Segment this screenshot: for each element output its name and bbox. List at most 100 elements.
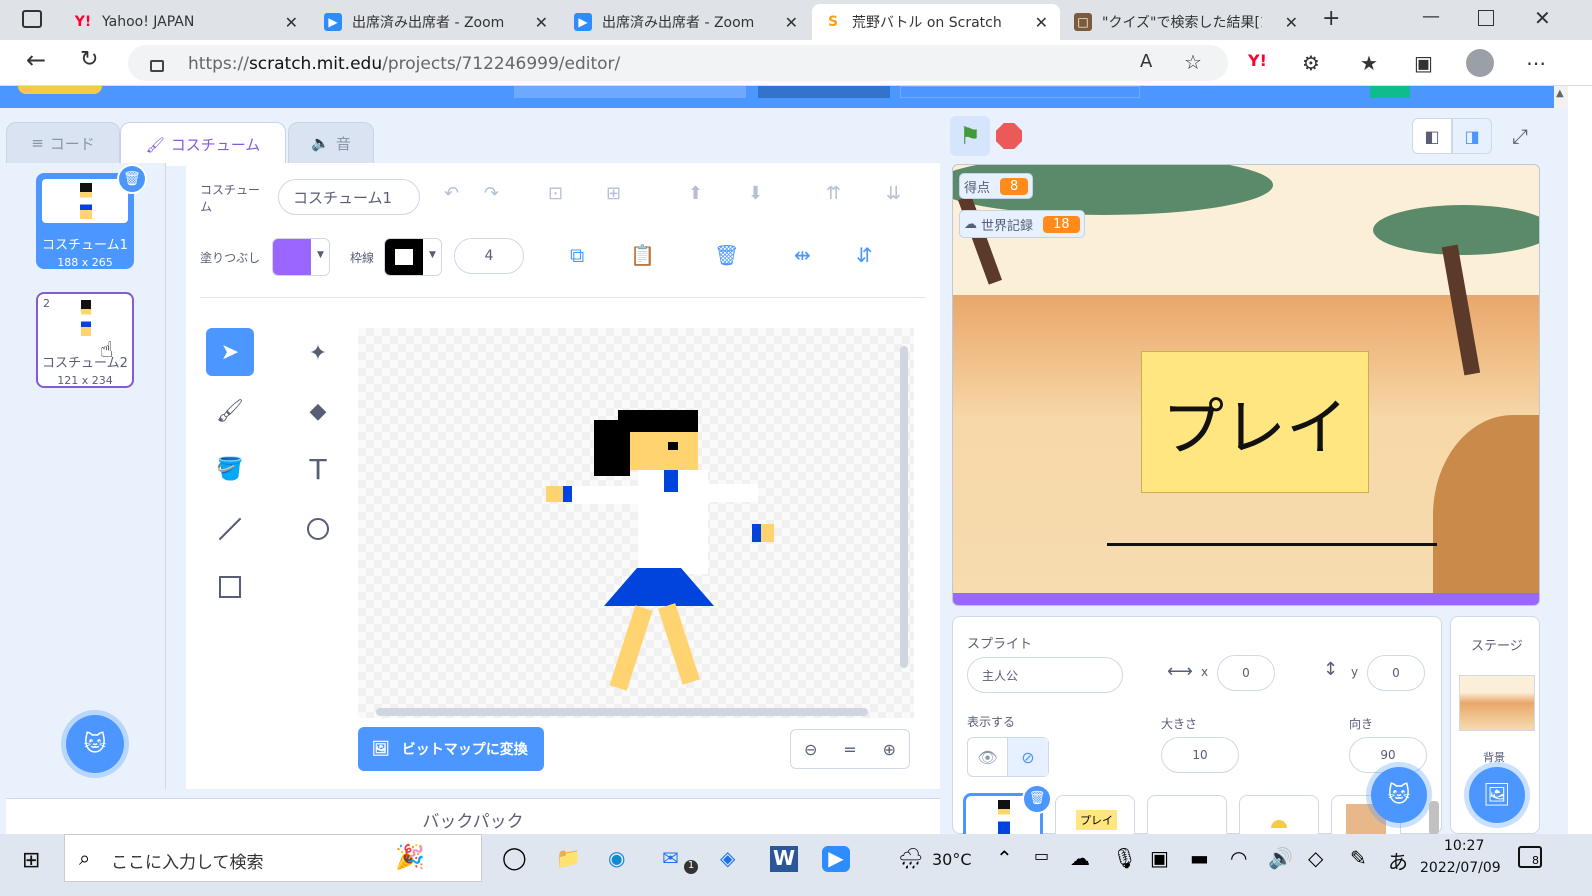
- url-text[interactable]: https://scratch.mit.edu/projects/7122469…: [188, 54, 620, 74]
- battery-icon[interactable]: ▬: [1190, 846, 1209, 870]
- clock-time[interactable]: 10:27: [1444, 838, 1484, 854]
- favorites-icon[interactable]: ★: [1360, 51, 1378, 75]
- group-icon[interactable]: ⊡: [548, 183, 563, 204]
- fill-color-picker[interactable]: ▼: [272, 238, 330, 276]
- volume-icon[interactable]: 🔊: [1268, 846, 1293, 870]
- tab-zoom-1[interactable]: ▶ 出席済み出席者 - Zoom ✕: [312, 4, 560, 40]
- select-tool[interactable]: ➤: [206, 328, 254, 376]
- sprite-list-scrollbar[interactable]: [1429, 801, 1439, 835]
- close-icon[interactable]: ✕: [1035, 13, 1048, 32]
- text-tool[interactable]: T: [298, 449, 338, 489]
- task-view-icon[interactable]: ◯: [502, 846, 527, 871]
- size-input[interactable]: 10: [1161, 737, 1239, 773]
- outline-width-input[interactable]: 4: [454, 238, 524, 274]
- stage-target-pane[interactable]: ステージ 背景 🖼: [1450, 616, 1540, 834]
- wifi-icon[interactable]: ◠: [1230, 846, 1247, 870]
- close-icon[interactable]: ✕: [535, 13, 548, 32]
- fill-tool[interactable]: 🪣: [210, 449, 250, 489]
- large-stage-button[interactable]: ◨: [1452, 118, 1492, 154]
- front-icon[interactable]: ⇈: [826, 183, 841, 204]
- tab-code[interactable]: ≡ コード: [6, 122, 120, 164]
- tray-icon-1[interactable]: ▭: [1034, 846, 1049, 865]
- delete-icon[interactable]: 🗑: [714, 243, 739, 267]
- collections-icon[interactable]: ▣: [1414, 51, 1433, 75]
- stage[interactable]: 得点 8 ☁ 世界記録 18 プレイ: [952, 164, 1540, 606]
- taskbar-search-box[interactable]: ⌕ ここに入力して検索 🎉: [64, 834, 482, 882]
- restore-icon[interactable]: [1478, 10, 1494, 26]
- undo-icon[interactable]: ↶: [444, 183, 459, 204]
- menu-green-button[interactable]: [1370, 86, 1410, 98]
- scratch-logo[interactable]: [18, 86, 102, 94]
- extensions-icon[interactable]: ⚙: [1302, 51, 1320, 75]
- new-tab-icon[interactable]: +: [1322, 6, 1340, 31]
- reshape-tool[interactable]: ✦: [298, 333, 338, 373]
- outline-color-picker[interactable]: ▼: [384, 238, 442, 276]
- sprite-thumb-4[interactable]: [1239, 795, 1319, 835]
- close-icon[interactable]: ✕: [1285, 13, 1298, 32]
- tab-search[interactable]: □ "クイズ"で検索した結果[1] ✕: [1062, 4, 1310, 40]
- sprite-thumb-play[interactable]: プレイ: [1055, 795, 1135, 835]
- file-explorer-icon[interactable]: 📁: [556, 846, 581, 870]
- tab-yahoo[interactable]: Y! Yahoo! JAPAN ✕: [62, 4, 310, 40]
- notification-icon[interactable]: 8: [1518, 846, 1542, 868]
- copy-icon[interactable]: ⧉: [570, 243, 584, 267]
- read-aloud-icon[interactable]: A: [1140, 51, 1152, 72]
- line-tool[interactable]: [210, 509, 250, 549]
- delete-sprite-button[interactable]: 🗑: [1022, 784, 1052, 814]
- add-sprite-button[interactable]: 🐱: [1371, 767, 1427, 823]
- word-icon[interactable]: W: [770, 846, 798, 872]
- sprite-name-input[interactable]: 主人公: [967, 657, 1123, 693]
- clock-date[interactable]: 2022/07/09: [1420, 860, 1501, 876]
- refresh-icon[interactable]: ↻: [80, 47, 98, 72]
- zoom-out-icon[interactable]: ⊖: [804, 740, 817, 759]
- onedrive-icon[interactable]: ☁: [1070, 846, 1090, 870]
- brush-tool[interactable]: 🖌: [210, 391, 250, 431]
- close-icon[interactable]: ✕: [285, 13, 298, 32]
- paint-canvas[interactable]: [358, 328, 914, 718]
- minimize-icon[interactable]: —: [1422, 6, 1440, 27]
- delete-costume-button[interactable]: 🗑: [117, 164, 147, 194]
- close-window-icon[interactable]: ✕: [1534, 6, 1551, 30]
- canvas-vscroll[interactable]: [900, 346, 908, 668]
- fullscreen-button[interactable]: ⤢: [1502, 118, 1538, 154]
- direction-input[interactable]: 90: [1349, 737, 1427, 773]
- tab-scratch[interactable]: S 荒野バトル on Scratch ✕: [812, 4, 1060, 40]
- flip-horizontal-icon[interactable]: ⇹: [794, 243, 811, 267]
- show-button[interactable]: 👁: [968, 738, 1009, 776]
- stop-button[interactable]: [996, 123, 1022, 149]
- add-backdrop-button[interactable]: 🖼: [1469, 767, 1525, 823]
- sprite-thumb-selected[interactable]: 🗑: [963, 784, 1052, 836]
- favorite-add-icon[interactable]: ☆: [1184, 50, 1202, 74]
- x-input[interactable]: 0: [1217, 655, 1275, 691]
- redo-icon[interactable]: ↷: [484, 183, 499, 204]
- edge-icon[interactable]: ◉: [608, 846, 625, 870]
- eraser-tool[interactable]: ◆: [298, 391, 338, 431]
- costume-name-input[interactable]: コスチューム1: [278, 179, 420, 215]
- ungroup-icon[interactable]: ⊞: [606, 183, 621, 204]
- tab-sounds[interactable]: 🔈 音: [288, 122, 374, 164]
- costume-item[interactable]: 1 コスチューム1 188 x 265 🗑: [36, 164, 147, 269]
- canvas-hscroll[interactable]: [376, 708, 868, 716]
- tray-chevron-icon[interactable]: ⌃: [996, 846, 1013, 870]
- zoom-app-icon[interactable]: ▶: [822, 846, 850, 872]
- add-costume-button[interactable]: 🐱: [66, 715, 124, 773]
- back-icon[interactable]: ←: [26, 46, 46, 74]
- ime-indicator[interactable]: あ: [1388, 846, 1408, 875]
- dropbox-icon[interactable]: ◇: [1308, 846, 1323, 870]
- tab-zoom-2[interactable]: ▶ 出席済み出席者 - Zoom ✕: [562, 4, 810, 40]
- mail-icon[interactable]: ✉: [662, 846, 679, 870]
- tray-icon-2[interactable]: ▣: [1150, 846, 1169, 870]
- forward-icon[interactable]: ⬆: [688, 183, 703, 204]
- windows-start-icon[interactable]: ⊞: [22, 848, 40, 873]
- convert-to-bitmap-button[interactable]: 🖼 ビットマップに変換: [358, 727, 544, 771]
- url-box[interactable]: https://scratch.mit.edu/projects/7122469…: [128, 45, 1228, 81]
- sprite-thumb-3[interactable]: [1147, 795, 1227, 835]
- close-icon[interactable]: ✕: [785, 13, 798, 32]
- y-input[interactable]: 0: [1367, 655, 1425, 691]
- zoom-in-icon[interactable]: ⊕: [883, 740, 896, 759]
- backdrop-thumbnail[interactable]: [1459, 675, 1535, 731]
- flip-vertical-icon[interactable]: ⇵: [856, 243, 873, 267]
- tab-costumes[interactable]: 🖌 コスチューム: [120, 122, 286, 166]
- tab-actions-icon[interactable]: [22, 10, 42, 28]
- menu-project-title-field[interactable]: [514, 86, 746, 98]
